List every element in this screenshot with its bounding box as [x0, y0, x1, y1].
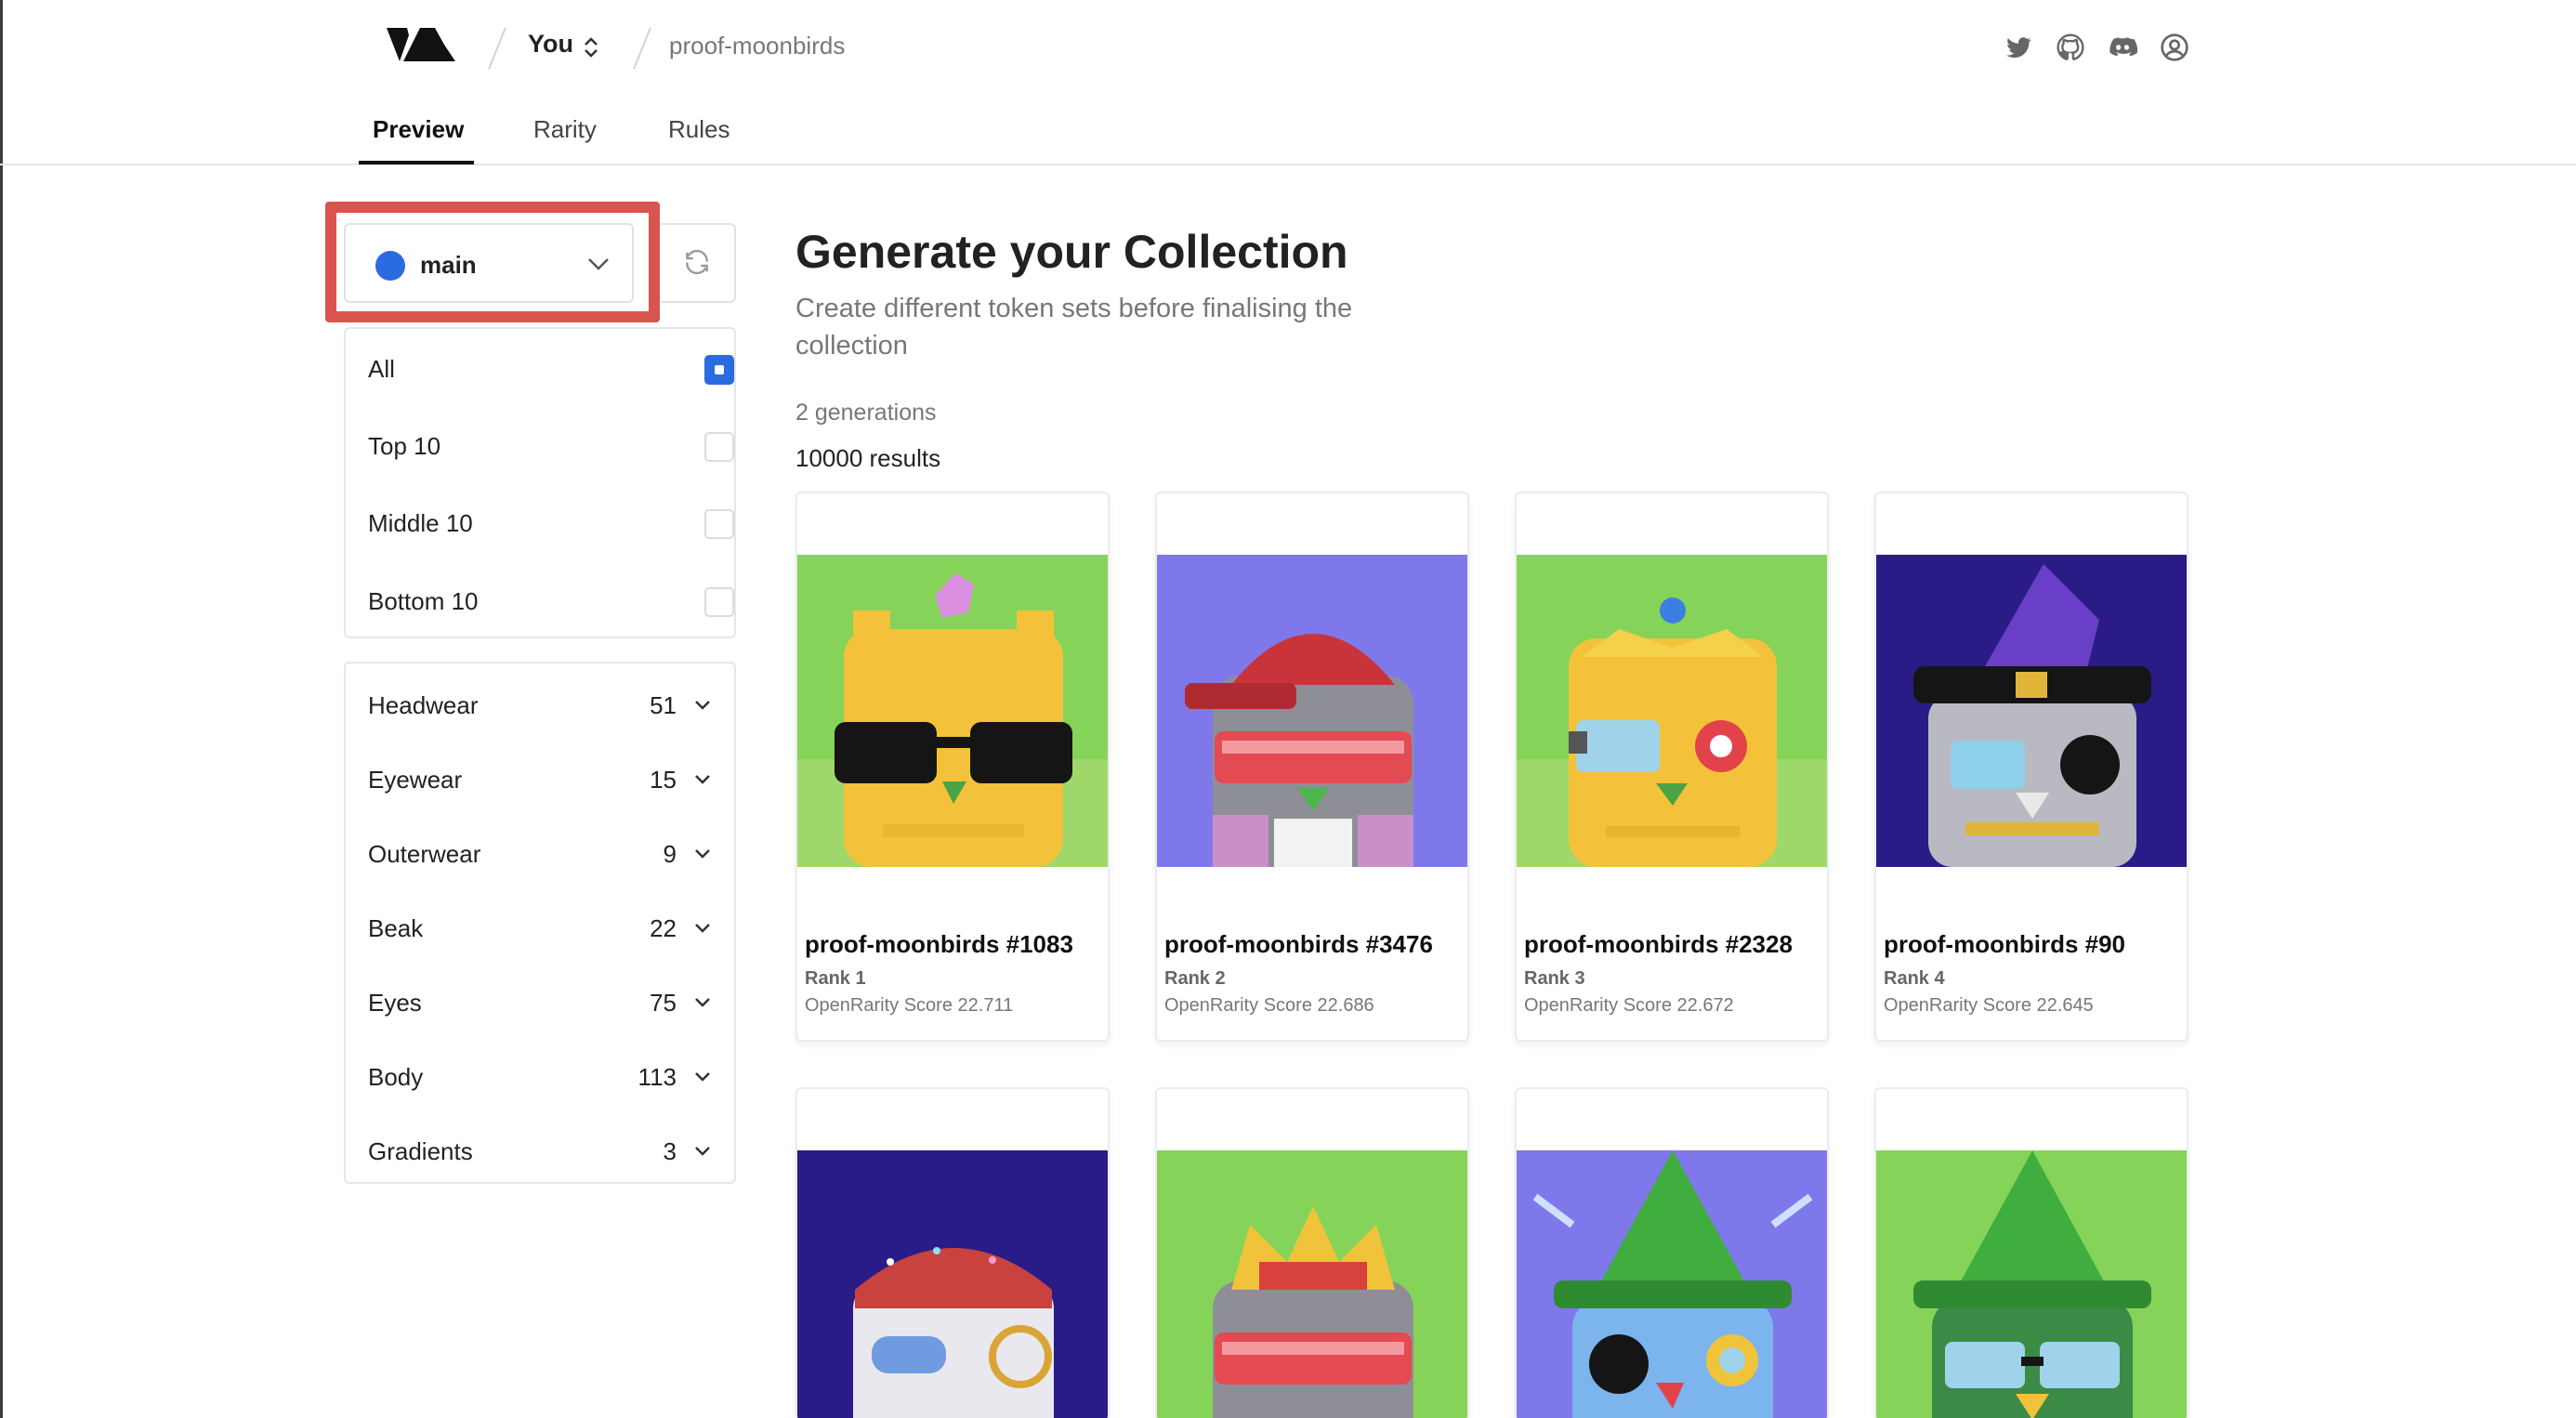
- refresh-icon: [686, 249, 708, 275]
- chevron-down-icon: [695, 998, 710, 1007]
- chevron-down-icon: [695, 775, 710, 784]
- result-count: 10000 results: [795, 444, 941, 472]
- moonbird-crown-image: [1517, 555, 1827, 867]
- token-rank: Rank 3: [1524, 968, 1585, 989]
- active-tab-indicator: [359, 161, 474, 164]
- trait-count: 3: [663, 1137, 677, 1165]
- token-name: proof-moonbirds #2328: [1524, 930, 1793, 958]
- token-card[interactable]: proof-moonbirds #3476 Rank 2 OpenRarity …: [1155, 492, 1469, 1042]
- token-name: proof-moonbirds #1083: [805, 930, 1073, 958]
- logo-icon[interactable]: [387, 26, 455, 63]
- breadcrumb-user[interactable]: You: [528, 30, 573, 59]
- tab-rules[interactable]: Rules: [668, 115, 729, 144]
- trait-label: Eyes: [368, 989, 422, 1017]
- filter-option-top-10[interactable]: Top 10: [368, 427, 734, 464]
- chevron-down-icon: [695, 849, 710, 859]
- breadcrumb-project[interactable]: proof-moonbirds: [669, 32, 845, 60]
- branch-status-dot: [375, 251, 405, 281]
- moonbird-green-witch-hat-image: [1517, 1150, 1827, 1418]
- filter-checkbox[interactable]: [704, 509, 734, 539]
- token-score: OpenRarity Score 22.686: [1164, 995, 1374, 1016]
- trait-beak[interactable]: Beak 22: [368, 909, 712, 946]
- moonbird-king-crown-image: [1157, 1150, 1467, 1418]
- refresh-button[interactable]: [662, 223, 736, 303]
- token-rank: Rank 2: [1164, 968, 1226, 989]
- token-score: OpenRarity Score 22.645: [1884, 995, 2094, 1016]
- page-subtitle: Create different token sets before final…: [795, 294, 1353, 361]
- filter-option-bottom-10[interactable]: Bottom 10: [368, 582, 734, 619]
- trait-count: 75: [650, 989, 677, 1017]
- moonbird-cap-image: [1157, 555, 1467, 867]
- github-icon[interactable]: [2056, 33, 2085, 62]
- chevron-updown-icon[interactable]: [582, 35, 600, 59]
- tab-preview[interactable]: Preview: [373, 115, 464, 144]
- moonbird-green-hat-glasses-image: [1876, 1150, 2187, 1418]
- window-edge: [0, 0, 3, 1418]
- trait-count: 15: [650, 766, 677, 794]
- discord-icon[interactable]: [2108, 33, 2137, 62]
- branch-label: main: [420, 251, 477, 279]
- filter-label: Top 10: [368, 432, 441, 460]
- account-icon[interactable]: [2160, 33, 2189, 62]
- breadcrumb-separator: [633, 27, 651, 70]
- token-card[interactable]: [795, 1087, 1110, 1418]
- token-card[interactable]: [1515, 1087, 1829, 1418]
- filter-label: All: [368, 355, 395, 383]
- trait-eyewear[interactable]: Eyewear 15: [368, 760, 712, 797]
- page-title: Generate your Collection: [795, 226, 1348, 278]
- filter-checkbox[interactable]: [704, 355, 734, 385]
- trait-label: Eyewear: [368, 766, 463, 794]
- trait-filter-panel: Headwear 51 Eyewear 15 Outerwear 9 Beak …: [344, 662, 736, 1184]
- filter-checkbox[interactable]: [704, 587, 734, 617]
- trait-count: 113: [637, 1063, 677, 1091]
- token-name: proof-moonbirds #3476: [1164, 930, 1433, 958]
- token-card[interactable]: proof-moonbirds #90 Rank 4 OpenRarity Sc…: [1874, 492, 2188, 1042]
- token-score: OpenRarity Score 22.711: [805, 995, 1014, 1016]
- filter-option-middle-10[interactable]: Middle 10: [368, 504, 734, 541]
- trait-label: Beak: [368, 914, 424, 942]
- filter-option-all[interactable]: All: [368, 349, 734, 387]
- trait-eyes[interactable]: Eyes 75: [368, 983, 712, 1020]
- token-card[interactable]: proof-moonbirds #1083 Rank 1 OpenRarity …: [795, 492, 1110, 1042]
- chevron-down-icon: [588, 258, 609, 270]
- chevron-down-icon: [695, 1147, 710, 1156]
- trait-label: Headwear: [368, 691, 479, 719]
- filter-checkbox[interactable]: [704, 432, 734, 462]
- trait-gradients[interactable]: Gradients 3: [368, 1132, 712, 1169]
- filter-label: Middle 10: [368, 509, 473, 537]
- token-card[interactable]: [1874, 1087, 2188, 1418]
- moonbird-wizard-hat-image: [1876, 555, 2187, 867]
- trait-label: Gradients: [368, 1137, 473, 1165]
- generation-count: 2 generations: [795, 400, 937, 426]
- trait-body[interactable]: Body 113: [368, 1057, 712, 1095]
- token-card[interactable]: [1155, 1087, 1469, 1418]
- branch-select[interactable]: main: [344, 223, 634, 303]
- token-card[interactable]: proof-moonbirds #2328 Rank 3 OpenRarity …: [1515, 492, 1829, 1042]
- chevron-down-icon: [695, 924, 710, 933]
- token-score: OpenRarity Score 22.672: [1524, 995, 1734, 1016]
- moonbird-bandana-image: [797, 1150, 1108, 1418]
- twitter-icon[interactable]: [2004, 33, 2033, 62]
- trait-headwear[interactable]: Headwear 51: [368, 686, 712, 723]
- trait-label: Outerwear: [368, 840, 481, 868]
- trait-count: 51: [650, 691, 677, 719]
- trait-count: 22: [650, 914, 677, 942]
- chevron-down-icon: [695, 701, 710, 710]
- token-rank: Rank 4: [1884, 968, 1945, 989]
- trait-outerwear[interactable]: Outerwear 9: [368, 834, 712, 872]
- breadcrumb-separator: [488, 27, 506, 70]
- chevron-down-icon: [695, 1072, 710, 1082]
- rank-filter-panel: All Top 10 Middle 10 Bottom 10: [344, 327, 736, 638]
- top-header: You proof-moonbirds Preview Rarity Rules: [0, 0, 2576, 165]
- trait-count: 9: [663, 840, 677, 868]
- moonbird-sunglasses-image: [797, 555, 1108, 867]
- tab-rarity[interactable]: Rarity: [533, 115, 597, 144]
- token-name: proof-moonbirds #90: [1884, 930, 2126, 958]
- trait-label: Body: [368, 1063, 424, 1091]
- token-rank: Rank 1: [805, 968, 866, 989]
- filter-label: Bottom 10: [368, 587, 479, 615]
